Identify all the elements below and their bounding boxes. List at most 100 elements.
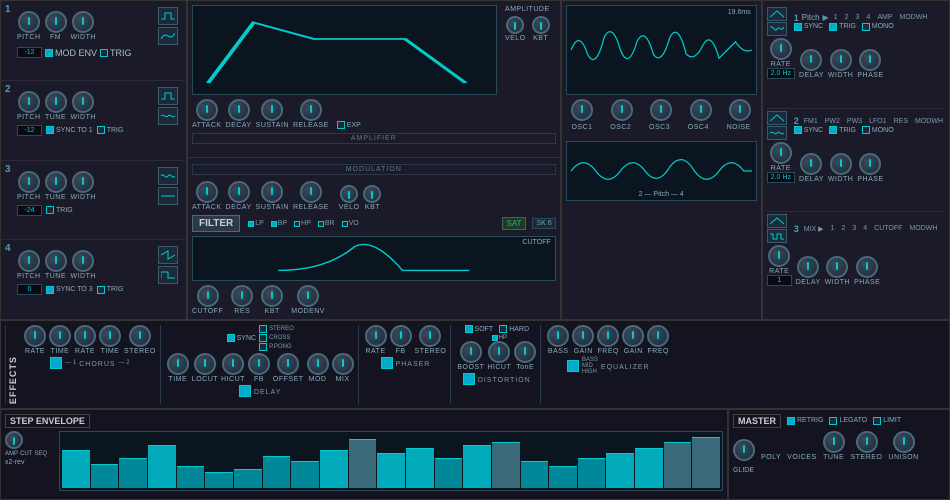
delay-stereo-cb[interactable]: STEREO [259,325,294,333]
lfo-1-trig-cb[interactable]: TRIG [829,23,856,31]
delay-fb-knob[interactable] [248,353,270,375]
osc-4-wave-btn-2[interactable] [158,266,178,284]
filter-bp-btn[interactable]: BP [269,219,289,228]
exp-checkbox[interactable] [337,121,345,129]
step-bar-21[interactable] [664,442,692,488]
delay-ppong-cb[interactable]: P.PONG [259,343,294,351]
chorus-rate1-knob[interactable] [24,325,46,347]
lfo-1-btn-4[interactable]: 4 [864,14,872,21]
lfo-2-btn-lfo1[interactable]: LFO1 [867,118,889,125]
lfo-3-btn-3[interactable]: 3 [850,225,858,232]
lfo-1-btn-2[interactable]: 2 [843,14,851,21]
osc3-mix-knob[interactable] [650,99,672,121]
osc-4-sync-checkbox[interactable] [46,286,54,294]
dist-soft-checkbox[interactable] [465,325,473,333]
lfo-3-btn-modwh[interactable]: MODWH [907,225,939,232]
step-bar-15[interactable] [492,442,520,488]
osc-4-pitch-knob[interactable] [18,250,40,272]
lfo-3-wave-btn-down[interactable] [767,229,787,243]
osc-2-tune-knob[interactable] [45,91,67,113]
cutoff-knob[interactable] [197,285,219,307]
lfo-3-btn-cutoff[interactable]: CUTOFF [872,225,904,232]
mod-attack-knob[interactable] [196,181,218,203]
osc-1-modenv-checkbox[interactable] [45,49,53,57]
lfo-1-mono-checkbox[interactable] [862,23,870,31]
lfo-1-width-knob[interactable] [830,49,852,71]
filter-res-knob[interactable] [231,285,253,307]
chorus-toggle[interactable] [50,357,62,369]
lfo-2-wave-btn-up[interactable] [767,111,787,125]
step-bar-18[interactable] [578,458,606,488]
chorus-time1-knob[interactable] [49,325,71,347]
osc-2-width-knob[interactable] [72,91,94,113]
osc-3-trig-checkbox[interactable] [46,206,54,214]
eq-high-gain-knob[interactable] [622,325,644,347]
master-legato-checkbox[interactable] [829,417,837,425]
lfo-1-wave-btn-down[interactable] [767,22,787,36]
osc-4-width-knob[interactable] [72,250,94,272]
delay-sync-checkbox[interactable] [227,334,235,342]
filter-lp-btn[interactable]: LP [246,219,266,228]
distortion-toggle[interactable] [463,373,475,385]
lfo-2-trig-checkbox[interactable] [829,126,837,134]
delay-toggle[interactable] [239,385,251,397]
dist-boost-knob[interactable] [460,341,482,363]
lfo-2-wave-btn-down[interactable] [767,126,787,140]
step-bar-12[interactable] [406,448,434,489]
lfo-3-btn-2[interactable]: 2 [839,225,847,232]
osc-3-pitch-knob[interactable] [18,171,40,193]
step-bar-3[interactable] [148,445,176,488]
osc1-mix-knob[interactable] [571,99,593,121]
eq-mid-freq-knob[interactable] [597,325,619,347]
phaser-fb-knob[interactable] [390,325,412,347]
osc-3-width-knob[interactable] [72,171,94,193]
osc-3-trig-cb[interactable]: TRIG [46,206,73,214]
lfo-1-mono-cb[interactable]: MONO [862,23,894,31]
step-bar-2[interactable] [119,458,147,488]
lfo-1-rate-knob[interactable] [770,38,792,60]
delay-sync-cb[interactable]: SYNC [227,334,256,342]
lfo-3-phase-knob[interactable] [856,256,878,278]
filter-br-btn[interactable]: BR [316,219,337,228]
eq-toggle[interactable] [567,360,579,372]
lfo-1-trig-checkbox[interactable] [829,23,837,31]
noise-mix-knob[interactable] [729,99,751,121]
eq-bass-knob[interactable] [547,325,569,347]
phaser-toggle[interactable] [381,357,393,369]
lfo-3-rate-knob[interactable] [768,245,790,267]
step-bar-17[interactable] [549,466,577,488]
step-bar-8[interactable] [291,461,319,488]
chorus-stereo-knob[interactable] [129,325,151,347]
exp-cb[interactable]: EXP [337,121,361,129]
sustain-knob[interactable] [261,99,283,121]
lfo-2-delay-knob[interactable] [800,153,822,175]
step-bar-11[interactable] [377,453,405,488]
lfo-1-wave-btn-up[interactable] [767,7,787,21]
phaser-rate-knob[interactable] [365,325,387,347]
step-bar-5[interactable] [205,472,233,488]
osc-3-wave-btn-2[interactable] [158,187,178,205]
delay-cross-cb[interactable]: CROSS [259,334,294,342]
delay-mod-knob[interactable] [307,353,329,375]
eq-high-freq-knob[interactable] [647,325,669,347]
osc-2-wave-btn-2[interactable] [158,107,178,125]
step-bar-0[interactable] [62,450,90,488]
osc-3-wave-btn-1[interactable] [158,167,178,185]
dist-tone-knob[interactable] [514,341,536,363]
osc4-mix-knob[interactable] [690,99,712,121]
lfo-3-btn-4[interactable]: 4 [861,225,869,232]
filter-kbt-knob[interactable] [261,285,283,307]
master-retrig-cb[interactable]: RETRIG [787,417,823,425]
step-bar-19[interactable] [606,453,634,488]
osc-3-tune-knob[interactable] [45,171,67,193]
mod-decay-knob[interactable] [228,181,250,203]
delay-mix-knob[interactable] [332,353,354,375]
lfo-3-btn-1[interactable]: 1 [829,225,837,232]
kbt-knob[interactable] [532,16,550,34]
step-bar-7[interactable] [263,456,291,488]
lfo-3-btn-mix[interactable]: MIX ▶ [802,225,826,233]
lfo-2-rate-knob[interactable] [770,142,792,164]
osc-1-width-knob[interactable] [72,11,94,33]
delay-offset-knob[interactable] [277,353,299,375]
osc-2-sync-checkbox[interactable] [46,126,54,134]
